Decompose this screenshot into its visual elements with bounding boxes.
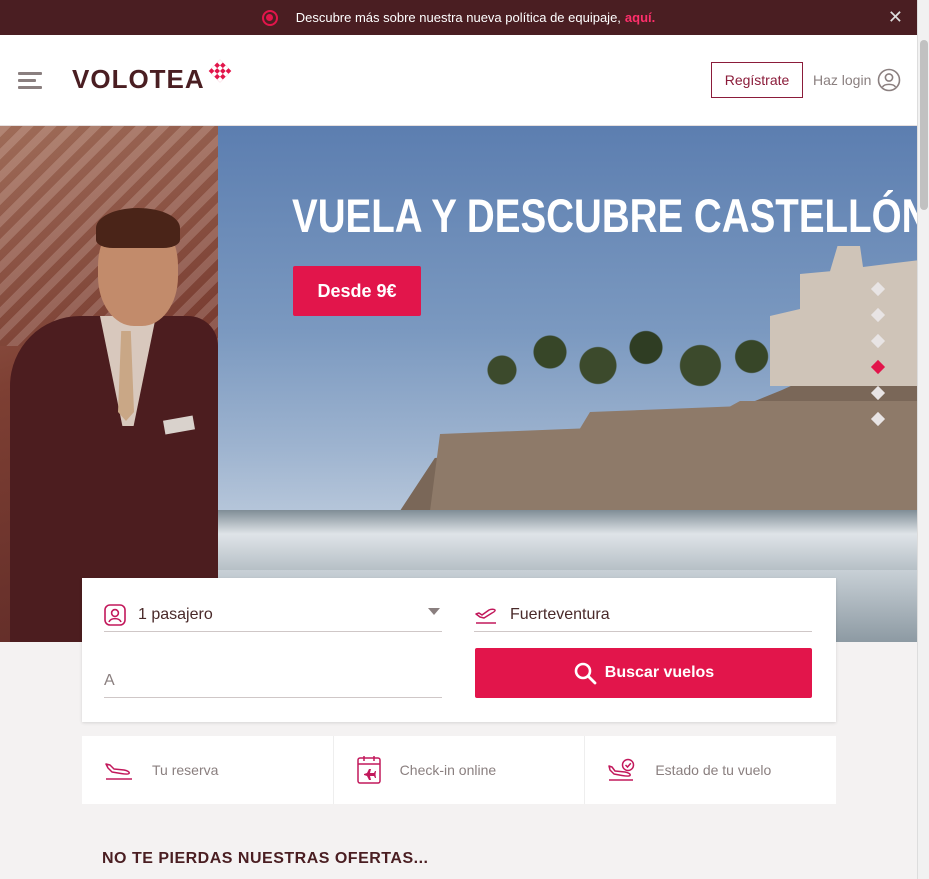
login-label: Haz login [813, 72, 872, 88]
hero-palms [470, 316, 790, 406]
hero-cta-button[interactable]: Desde 9€ [293, 266, 421, 316]
hero-crew-photo [0, 126, 218, 642]
search-button-label: Buscar vuelos [604, 664, 715, 681]
user-icon [878, 68, 901, 92]
announcement-link[interactable]: aquí. [625, 10, 655, 25]
flight-status-icon [607, 758, 637, 782]
scrollbar-thumb[interactable] [920, 40, 928, 210]
search-flights-button[interactable]: Buscar vuelos [475, 648, 812, 698]
search-icon [574, 662, 597, 685]
passengers-select[interactable]: 1 pasajero [104, 598, 442, 632]
passenger-icon [104, 603, 126, 626]
destination-placeholder: A [104, 671, 115, 689]
offers-heading: NO TE PIERDAS NUESTRAS OFERTAS... [102, 850, 429, 867]
record-icon [261, 9, 278, 26]
quick-link-label: Check-in online [399, 762, 497, 778]
carousel-dot[interactable] [870, 281, 886, 297]
quick-link-label: Tu reserva [152, 762, 219, 778]
flight-search-form: 1 pasajero Fuerteventura A Buscar vuelos [82, 578, 836, 722]
logo-text: VOLOTEA [72, 64, 205, 94]
origin-value: Fuerteventura [510, 605, 610, 623]
carousel-dot[interactable] [870, 411, 886, 427]
hero-title: VUELA Y DESCUBRE CASTELLÓN [292, 189, 917, 242]
register-button[interactable]: Regístrate [711, 62, 803, 98]
chevron-down-icon [428, 608, 440, 615]
plane-landing-icon [104, 758, 134, 782]
carousel-dot[interactable] [870, 307, 886, 323]
carousel-dot-active[interactable] [870, 359, 886, 375]
carousel-dot[interactable] [870, 333, 886, 349]
hero-sea [218, 510, 917, 570]
close-icon[interactable]: ✕ [888, 8, 903, 26]
origin-field[interactable]: Fuerteventura [474, 598, 812, 632]
announcement-bar: Descubre más sobre nuestra nueva polític… [0, 0, 917, 35]
carousel-dots [870, 281, 886, 440]
logo-mark-icon [208, 59, 231, 82]
passengers-value: 1 pasajero [138, 605, 213, 623]
quick-link-my-booking[interactable]: Tu reserva [82, 736, 334, 804]
quick-link-label: Estado de tu vuelo [655, 762, 772, 778]
quick-link-flight-status[interactable]: Estado de tu vuelo [585, 736, 837, 804]
hero-banner: VUELA Y DESCUBRE CASTELLÓN Desde 9€ [0, 126, 917, 642]
plane-takeoff-icon [474, 605, 498, 625]
boarding-pass-icon [356, 755, 382, 785]
page-scrollbar[interactable] [917, 0, 929, 879]
destination-field[interactable]: A [104, 664, 442, 698]
quick-links: Tu reserva Check-in online Estado de tu … [82, 736, 837, 804]
logo[interactable]: VOLOTEA [72, 54, 233, 95]
carousel-dot[interactable] [870, 385, 886, 401]
menu-icon[interactable] [18, 72, 42, 93]
site-header: VOLOTEA Regístrate Haz login [0, 35, 917, 126]
quick-link-checkin[interactable]: Check-in online [333, 736, 586, 804]
login-link[interactable]: Haz login [813, 68, 901, 92]
announcement-text: Descubre más sobre nuestra nueva polític… [295, 10, 621, 25]
